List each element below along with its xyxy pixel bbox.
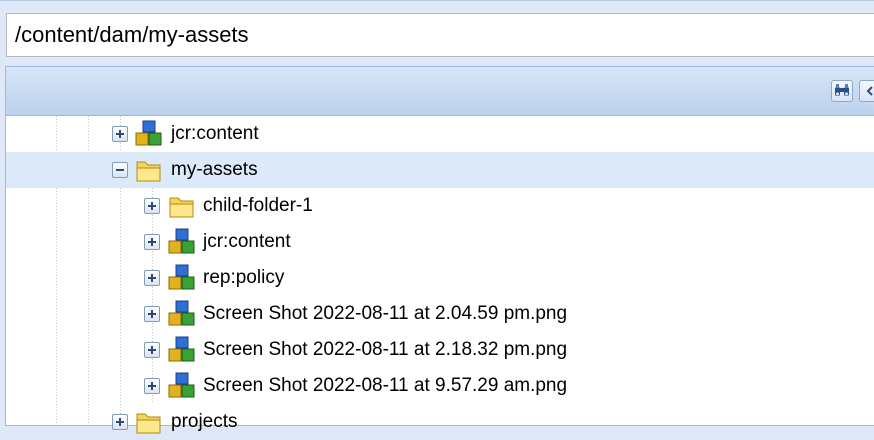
- node-cubes-icon: [168, 228, 195, 254]
- expand-toggle-icon[interactable]: [144, 234, 160, 250]
- expand-toggle-icon[interactable]: [112, 126, 128, 142]
- find-button[interactable]: [831, 80, 853, 102]
- tree-node-label[interactable]: rep:policy: [203, 260, 284, 296]
- tree-node-label[interactable]: child-folder-1: [203, 188, 313, 224]
- expand-toggle-icon[interactable]: [144, 198, 160, 214]
- tree-row-selected[interactable]: my-assets: [6, 152, 874, 188]
- tree-panel: jcr:content my-assets child-folder-1 jcr…: [5, 66, 874, 434]
- tree-row[interactable]: rep:policy: [6, 260, 874, 296]
- tree-row[interactable]: Screen Shot 2022-08-11 at 9.57.29 am.png: [6, 368, 874, 404]
- tree-node-label[interactable]: projects: [171, 404, 238, 440]
- node-cubes-icon: [168, 264, 195, 290]
- tree-node-label[interactable]: Screen Shot 2022-08-11 at 2.18.32 pm.png: [203, 332, 567, 368]
- tree-row[interactable]: jcr:content: [6, 224, 874, 260]
- node-cubes-icon: [168, 336, 195, 362]
- tree-node-label[interactable]: Screen Shot 2022-08-11 at 9.57.29 am.png: [203, 368, 567, 404]
- tree-node-label[interactable]: jcr:content: [203, 224, 291, 260]
- folder-icon: [169, 197, 194, 218]
- node-cubes-icon: [168, 372, 195, 398]
- tree-row[interactable]: child-folder-1: [6, 188, 874, 224]
- expand-toggle-icon[interactable]: [144, 306, 160, 322]
- tree-view: jcr:content my-assets child-folder-1 jcr…: [6, 116, 874, 434]
- collapse-left-icon: [866, 86, 873, 96]
- path-input[interactable]: [6, 13, 874, 57]
- tree-row[interactable]: jcr:content: [6, 116, 874, 152]
- expand-toggle-icon[interactable]: [112, 414, 128, 430]
- panel-header: [6, 67, 874, 116]
- node-cubes-icon: [168, 300, 195, 326]
- expand-toggle-icon[interactable]: [144, 378, 160, 394]
- tree-node-label[interactable]: jcr:content: [171, 116, 259, 152]
- folder-icon: [136, 161, 161, 182]
- tree-row[interactable]: Screen Shot 2022-08-11 at 2.18.32 pm.png: [6, 332, 874, 368]
- collapse-toggle-icon[interactable]: [112, 162, 128, 178]
- tree-node-label[interactable]: my-assets: [171, 152, 258, 188]
- folder-icon: [136, 413, 161, 434]
- tree-node-label[interactable]: Screen Shot 2022-08-11 at 2.04.59 pm.png: [203, 296, 567, 332]
- tree-row[interactable]: projects: [6, 404, 874, 440]
- path-bar: [0, 0, 874, 63]
- expand-toggle-icon[interactable]: [144, 342, 160, 358]
- tree-row[interactable]: Screen Shot 2022-08-11 at 2.04.59 pm.png: [6, 296, 874, 332]
- node-cubes-icon: [135, 120, 162, 146]
- binoculars-icon: [835, 84, 849, 96]
- expand-toggle-icon[interactable]: [144, 270, 160, 286]
- collapse-panel-button[interactable]: [859, 80, 874, 102]
